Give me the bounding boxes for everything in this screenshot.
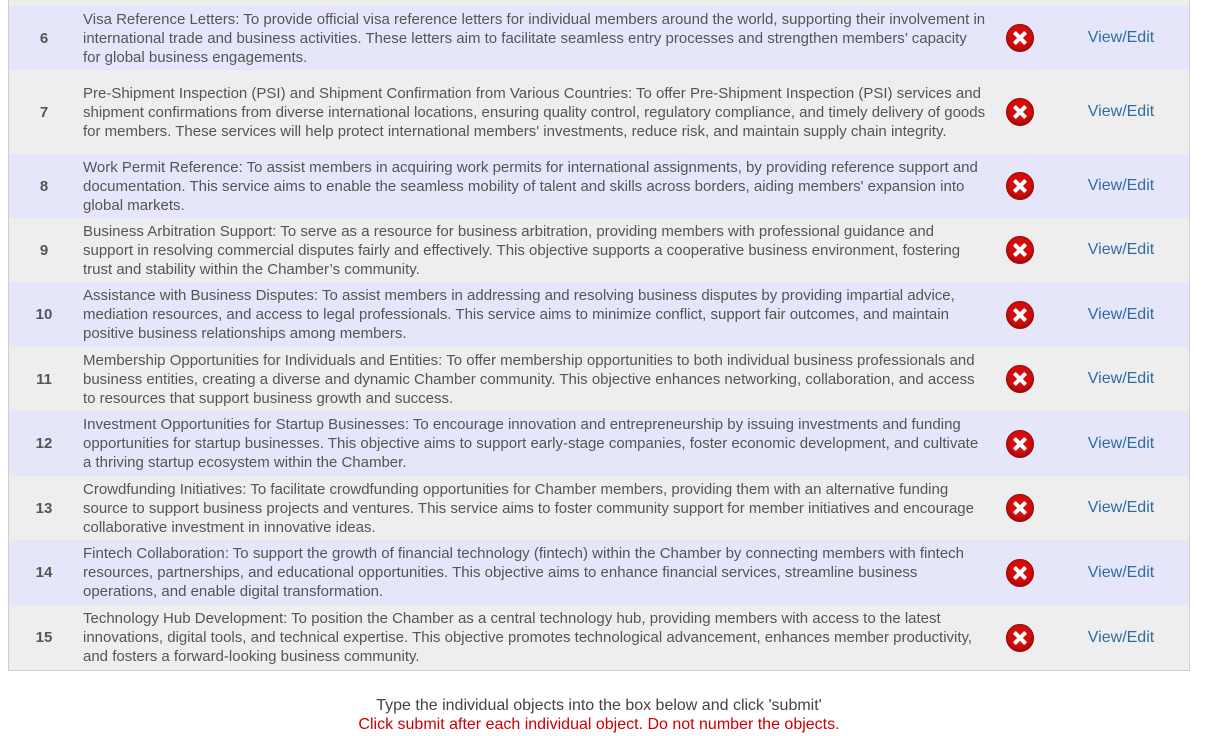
view-edit-link[interactable]: View/Edit [1088, 306, 1154, 323]
table-row: 6 Visa Reference Letters: To provide off… [9, 6, 1189, 70]
objective-text: Visa Reference Letters: To provide offic… [83, 10, 986, 66]
table-row: 9 Business Arbitration Support: To serve… [9, 218, 1189, 282]
objective-text: Membership Opportunities for Individuals… [83, 351, 975, 407]
row-number: 12 [35, 435, 53, 452]
delete-x-icon[interactable] [1006, 98, 1034, 126]
row-number: 14 [35, 564, 53, 581]
objectives-table: 6 Visa Reference Letters: To provide off… [8, 0, 1190, 671]
delete-x-icon[interactable] [1006, 236, 1034, 264]
objective-text: Work Permit Reference: To assist members… [83, 158, 978, 214]
delete-x-icon[interactable] [1006, 429, 1034, 458]
table-row: 8 Work Permit Reference: To assist membe… [9, 154, 1189, 218]
row-number: 10 [35, 306, 53, 323]
objective-text: Investment Opportunities for Startup Bus… [83, 416, 979, 471]
delete-x-icon[interactable] [1006, 623, 1034, 652]
delete-x-icon[interactable] [1006, 558, 1034, 587]
delete-x-icon[interactable] [1006, 24, 1034, 52]
table-row: 13 Crowdfunding Initiatives: To facilita… [9, 476, 1189, 540]
table-row: 15 Technology Hub Development: To positi… [9, 605, 1189, 670]
view-edit-link[interactable]: View/Edit [1088, 499, 1154, 516]
objective-text: Fintech Collaboration: To support the gr… [83, 545, 965, 600]
view-edit-link[interactable]: View/Edit [1088, 29, 1154, 46]
row-number: 15 [35, 629, 53, 646]
delete-x-icon[interactable] [1006, 365, 1034, 393]
row-number: 11 [36, 370, 52, 388]
view-edit-link[interactable]: View/Edit [1088, 103, 1154, 120]
objective-text: Pre-Shipment Inspection (PSI) and Shipme… [83, 84, 986, 140]
objective-text: Assistance with Business Disputes: To as… [83, 287, 955, 342]
row-number: 6 [39, 29, 49, 47]
row-number: 8 [39, 177, 49, 195]
objective-text: Technology Hub Development: To position … [83, 610, 973, 665]
view-edit-link[interactable]: View/Edit [1088, 241, 1154, 258]
row-number: 9 [39, 241, 49, 259]
table-row: 10 Assistance with Business Disputes: To… [9, 282, 1189, 347]
objective-text: Crowdfunding Initiatives: To facilitate … [83, 480, 974, 536]
view-edit-link[interactable]: View/Edit [1088, 564, 1154, 581]
view-edit-link[interactable]: View/Edit [1088, 435, 1154, 452]
instruction-text: Type the individual objects into the box… [376, 697, 822, 714]
row-number: 7 [39, 103, 49, 121]
delete-x-icon[interactable] [1006, 494, 1034, 522]
delete-x-icon[interactable] [1006, 300, 1034, 329]
instruction-warning: Click submit after each individual objec… [358, 716, 840, 733]
row-number: 13 [35, 499, 53, 517]
view-edit-link[interactable]: View/Edit [1088, 370, 1154, 387]
objective-text: Business Arbitration Support: To serve a… [83, 222, 961, 278]
view-edit-link[interactable]: View/Edit [1088, 177, 1154, 194]
delete-x-icon[interactable] [1006, 172, 1034, 200]
table-row: 7 Pre-Shipment Inspection (PSI) and Ship… [9, 70, 1189, 154]
table-row: 11 Membership Opportunities for Individu… [9, 347, 1189, 411]
table-row: 14 Fintech Collaboration: To support the… [9, 540, 1189, 605]
table-row: 12 Investment Opportunities for Startup … [9, 411, 1189, 476]
instructions: Type the individual objects into the box… [0, 696, 1198, 734]
view-edit-link[interactable]: View/Edit [1088, 629, 1154, 646]
